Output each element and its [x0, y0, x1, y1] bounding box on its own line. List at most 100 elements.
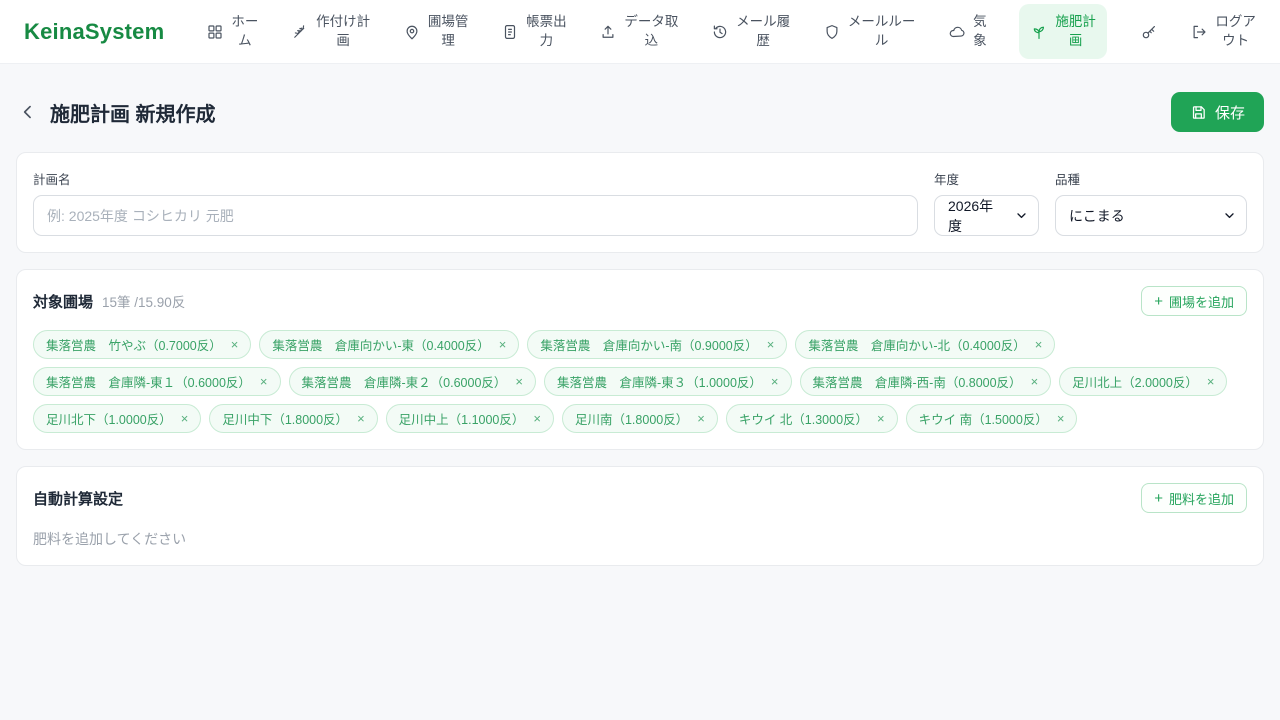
field-chip: 集落営農 倉庫隣-東３（1.0000反） ×	[544, 367, 792, 396]
target-fields-title: 対象圃場	[33, 293, 94, 311]
nav-report-output[interactable]: 帳票出 力	[501, 13, 567, 49]
nav-logout-label: ログア ウト	[1215, 14, 1256, 48]
chip-remove-icon[interactable]: ×	[1031, 375, 1039, 388]
nav-home-label: ホー ム	[231, 14, 259, 48]
chip-remove-icon[interactable]: ×	[1057, 412, 1065, 425]
field-chip-label: 集落営農 倉庫隣-東３（1.0000反）	[557, 376, 762, 390]
field-chip-label: 足川南（1.8000反）	[574, 413, 689, 427]
field-chip-label: キウイ 南（1.5000反）	[918, 413, 1048, 427]
variety-select[interactable]: にこまる	[1055, 195, 1247, 236]
shield-icon	[826, 24, 838, 39]
add-fertilizer-button-label: 肥料を追加	[1168, 491, 1234, 507]
field-chip-label: 集落営農 倉庫向かい-北（0.4000反）	[808, 339, 1026, 353]
field-chip-list: 集落営農 竹やぶ（0.7000反） × 集落営農 倉庫向かい-東（0.4000反）…	[33, 330, 1247, 433]
field-chip-label: 足川北上（2.0000反）	[1072, 376, 1198, 390]
field-chip-label: 集落営農 竹やぶ（0.7000反）	[46, 339, 222, 353]
plan-name-label: 計画名	[33, 173, 71, 187]
nav-home[interactable]: ホー ム	[206, 13, 258, 49]
field-chip: 集落営農 竹やぶ（0.7000反） ×	[33, 330, 252, 359]
field-chip: 足川中上（1.1000反） ×	[385, 404, 554, 433]
field-chip-label: 集落営農 倉庫隣-東２（0.6000反）	[301, 376, 507, 390]
logout-icon	[1193, 25, 1206, 38]
top-nav-bar: KeinaSystem ホー ム 作付け計 画 圃場管 理 帳票出 力 データ取…	[0, 0, 1280, 64]
field-chip-label: 集落営農 倉庫隣-東１（0.6000反）	[46, 376, 251, 390]
chevron-down-icon	[1225, 213, 1234, 219]
chip-remove-icon[interactable]: ×	[1207, 375, 1215, 388]
upload-icon	[602, 25, 614, 38]
nav-fertilization-plan[interactable]: 施肥計 画	[1019, 4, 1107, 59]
chip-remove-icon[interactable]: ×	[260, 375, 268, 388]
field-chip: キウイ 北（1.3000反） ×	[725, 404, 898, 433]
field-chip-label: 集落営農 倉庫向かい-南（0.9000反）	[540, 339, 758, 353]
auto-calc-title: 自動計算設定	[33, 490, 124, 508]
history-icon	[713, 25, 727, 38]
chip-remove-icon[interactable]: ×	[515, 375, 523, 388]
nav-fertilization-plan-label: 施肥計 画	[1055, 14, 1096, 48]
variety-field: 品種 にこまる	[1055, 169, 1247, 236]
field-chip-label: 足川中上（1.1000反）	[398, 413, 525, 427]
field-chip: 集落営農 倉庫隣-東１（0.6000反） ×	[33, 367, 281, 396]
nav-field-management[interactable]: 圃場管 理	[403, 13, 469, 49]
add-field-button-label: 圃場を追加	[1168, 294, 1234, 310]
field-chip-label: キウイ 北（1.3000反）	[738, 413, 869, 427]
auto-calc-header: 自動計算設定 + 肥料を追加	[33, 483, 1247, 513]
nav-mail-history[interactable]: メール履 歴	[711, 13, 790, 49]
map-pin-icon	[406, 25, 418, 40]
chip-remove-icon[interactable]: ×	[697, 412, 705, 425]
back-button[interactable]	[16, 100, 40, 124]
chip-remove-icon[interactable]: ×	[231, 338, 239, 351]
field-chip-label: 足川中下（1.8000反）	[222, 413, 349, 427]
nav-mail-rules-label: メールルー ル	[847, 14, 916, 48]
target-fields-card: 対象圃場 15筆 /15.90反 + 圃場を追加 集落営農 竹やぶ（0.7000…	[16, 269, 1264, 450]
nav-weather[interactable]: 気 象	[948, 13, 987, 49]
variety-select-value: にこまる	[1069, 207, 1125, 224]
plus-icon: +	[1154, 489, 1163, 507]
nav-planting-plan[interactable]: 作付け計 画	[291, 13, 370, 49]
target-fields-summary: 15筆 /15.90反	[102, 294, 186, 310]
save-button-label: 保存	[1214, 104, 1245, 122]
add-fertilizer-button[interactable]: + 肥料を追加	[1141, 483, 1247, 513]
field-chip-label: 集落営農 倉庫向かい-東（0.4000反）	[272, 339, 490, 353]
nav-weather-label: 気 象	[973, 14, 987, 48]
field-chip-label: 集落営農 倉庫隣-西-南（0.8000反）	[812, 376, 1022, 390]
nav-data-import-label: データ取 込	[624, 14, 679, 48]
sprout-icon	[1034, 26, 1045, 39]
chip-remove-icon[interactable]: ×	[1035, 338, 1043, 351]
chip-remove-icon[interactable]: ×	[767, 338, 775, 351]
chip-remove-icon[interactable]: ×	[877, 412, 885, 425]
plus-icon: +	[1154, 292, 1163, 310]
field-chip: 足川北下（1.0000反） ×	[33, 404, 202, 433]
chip-remove-icon[interactable]: ×	[499, 338, 507, 351]
chevron-down-icon	[1017, 213, 1026, 219]
nav-data-import[interactable]: データ取 込	[599, 13, 678, 49]
field-chip: キウイ 南（1.5000反） ×	[905, 404, 1078, 433]
field-chip: 足川中下（1.8000反） ×	[209, 404, 378, 433]
nav-planting-plan-label: 作付け計 画	[316, 14, 371, 48]
main-nav: ホー ム 作付け計 画 圃場管 理 帳票出 力 データ取 込 メール履 歴 メー…	[206, 4, 1256, 59]
save-button[interactable]: 保存	[1170, 92, 1264, 132]
field-chip: 足川北上（2.0000反） ×	[1059, 367, 1228, 396]
document-icon	[505, 24, 516, 39]
nav-api-key[interactable]	[1140, 23, 1158, 41]
field-chip: 足川南（1.8000反） ×	[561, 404, 718, 433]
chip-remove-icon[interactable]: ×	[771, 375, 779, 388]
year-select[interactable]: 2026年度	[934, 195, 1039, 236]
main-content: 施肥計画 新規作成 保存 計画名 年度 2026年度 品種 にこまる	[0, 92, 1280, 606]
chip-remove-icon[interactable]: ×	[181, 412, 189, 425]
plan-info-card: 計画名 年度 2026年度 品種 にこまる	[16, 152, 1264, 253]
field-chip: 集落営農 倉庫向かい-東（0.4000反） ×	[259, 330, 520, 359]
nav-report-output-label: 帳票出 力	[526, 14, 567, 48]
app-logo[interactable]: KeinaSystem	[24, 19, 164, 45]
save-icon	[1192, 105, 1205, 119]
chip-remove-icon[interactable]: ×	[533, 412, 541, 425]
add-field-button[interactable]: + 圃場を追加	[1141, 286, 1247, 316]
nav-field-management-label: 圃場管 理	[427, 14, 469, 48]
nav-mail-rules[interactable]: メールルー ル	[823, 13, 916, 49]
field-chip: 集落営農 倉庫隣-東２（0.6000反） ×	[288, 367, 536, 396]
field-chip: 集落営農 倉庫隣-西-南（0.8000反） ×	[799, 367, 1052, 396]
plan-name-input[interactable]	[33, 195, 918, 236]
year-field: 年度 2026年度	[934, 169, 1039, 236]
auto-calc-card: 自動計算設定 + 肥料を追加 肥料を追加してください	[16, 466, 1264, 566]
chip-remove-icon[interactable]: ×	[357, 412, 365, 425]
nav-logout[interactable]: ログア ウト	[1190, 13, 1256, 49]
